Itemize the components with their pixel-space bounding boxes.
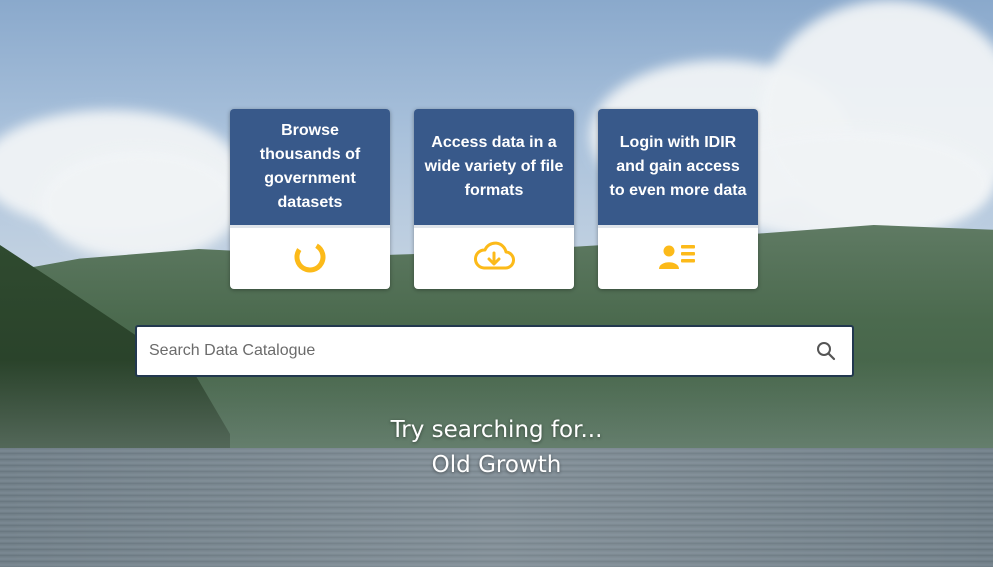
card-browse-datasets[interactable]: Browse thousands of government datasets	[230, 109, 390, 289]
card-footer	[414, 228, 574, 289]
suggestion-label: Try searching for...	[390, 417, 603, 443]
cloud	[40, 150, 240, 260]
search-icon[interactable]	[800, 327, 852, 375]
card-header: Login with IDIR and gain access to even …	[598, 109, 758, 228]
donut-chart-icon	[292, 239, 328, 279]
search-input[interactable]	[137, 327, 800, 375]
user-list-icon	[659, 242, 697, 276]
card-header: Access data in a wide variety of file fo…	[414, 109, 574, 228]
card-header: Browse thousands of government datasets	[230, 109, 390, 228]
card-login-idir[interactable]: Login with IDIR and gain access to even …	[598, 109, 758, 289]
card-footer	[230, 228, 390, 289]
card-title: Login with IDIR and gain access to even …	[609, 134, 747, 199]
card-footer	[598, 228, 758, 289]
card-access-formats[interactable]: Access data in a wide variety of file fo…	[414, 109, 574, 289]
card-title: Browse thousands of government datasets	[259, 122, 361, 211]
search-box	[135, 325, 854, 377]
suggestion-link[interactable]: Old Growth	[0, 452, 993, 478]
cloud-download-icon	[473, 241, 515, 277]
card-title: Access data in a wide variety of file fo…	[424, 134, 564, 199]
